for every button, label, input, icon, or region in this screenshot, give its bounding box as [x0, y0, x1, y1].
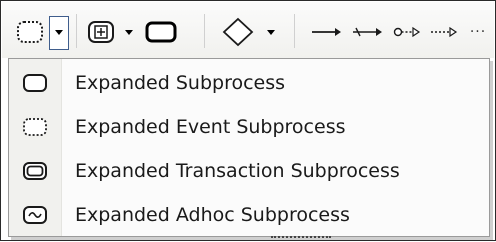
collapsed-subprocess-dropdown-arrow[interactable] [119, 16, 139, 50]
menu-item-expanded-transaction-subprocess[interactable]: Expanded Transaction Subprocess [9, 149, 489, 193]
menu-item-label: Expanded Adhoc Subprocess [75, 204, 350, 226]
menu-item-expanded-event-subprocess[interactable]: Expanded Event Subprocess [9, 105, 489, 149]
toolbar-separator [294, 14, 295, 48]
sequence-flow-icon[interactable] [306, 12, 346, 52]
subprocess-dropdown-arrow[interactable] [49, 16, 69, 50]
more-glyph: ··· [469, 24, 487, 40]
toolbar: ··· [2, 2, 494, 58]
toolbar-separator [204, 14, 205, 48]
menu-item-expanded-adhoc-subprocess[interactable]: Expanded Adhoc Subprocess [9, 193, 489, 237]
chevron-down-icon [267, 30, 275, 35]
menu-item-label: Expanded Event Subprocess [75, 116, 346, 138]
association-icon[interactable] [426, 12, 462, 52]
rounded-rectangle-icon[interactable] [142, 12, 180, 52]
chevron-down-icon [55, 30, 63, 35]
canvas-edge-dotted [271, 236, 331, 242]
collapsed-subprocess-icon[interactable] [84, 12, 118, 52]
rounded-rect-tilde-icon [9, 204, 61, 226]
menu-item-expanded-subprocess[interactable]: Expanded Subprocess [9, 61, 489, 105]
more-icon[interactable]: ··· [464, 12, 492, 52]
gateway-dropdown-arrow[interactable] [261, 16, 281, 50]
menu-item-label: Expanded Transaction Subprocess [75, 160, 400, 182]
toolbar-separator [76, 14, 77, 48]
rounded-rect-solid-icon [9, 72, 61, 94]
message-flow-icon[interactable] [388, 12, 424, 52]
diamond-gateway-icon[interactable] [218, 12, 258, 52]
subprocess-dropdown-menu: Expanded Subprocess Expanded Event Subpr… [8, 58, 490, 237]
default-flow-icon[interactable] [348, 12, 386, 52]
rounded-rect-double-icon [9, 160, 61, 182]
menu-item-label: Expanded Subprocess [75, 72, 286, 94]
window-frame: ··· Expanded Subprocess Expanded Event S… [0, 0, 496, 241]
expanded-subprocess-dashed-icon[interactable] [12, 12, 48, 52]
rounded-rect-dotted-icon [9, 116, 61, 138]
chevron-down-icon [125, 30, 133, 35]
